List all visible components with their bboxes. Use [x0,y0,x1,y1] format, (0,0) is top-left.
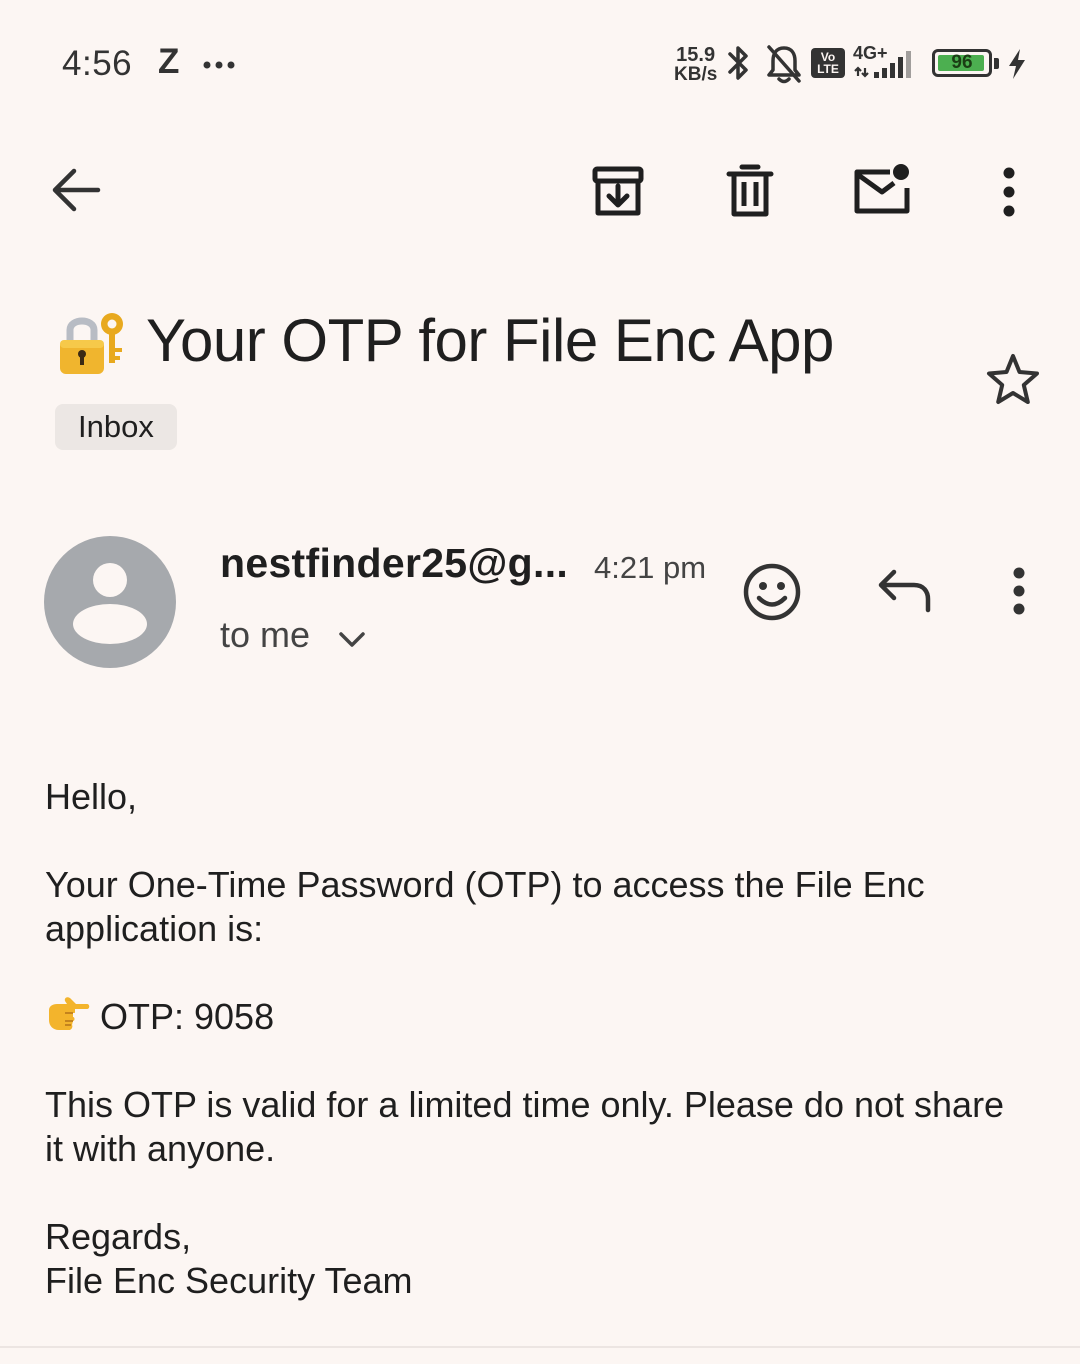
bluetooth-icon [724,42,754,91]
chevron-down-icon [338,616,366,658]
pointing-hand-icon [45,996,91,1041]
volte-icon: Vo LTE [811,48,845,78]
reply-icon[interactable] [876,566,934,621]
lock-key-icon [58,308,130,383]
status-time: 4:56 [62,44,133,83]
label-chip-inbox[interactable]: Inbox [55,404,177,450]
muted-bell-icon [764,42,804,91]
otp-code: OTP: 9058 [100,996,275,1037]
network-speed-value: 15.9 [676,44,716,66]
signal-icon [854,50,920,85]
battery-icon: 96 [932,49,992,77]
star-icon[interactable] [985,352,1041,411]
email-subject: Your OTP for File Enc App [146,307,834,374]
network-speed: 15.9 KB/s [674,44,718,85]
recipient-toggle[interactable]: to me [220,614,366,658]
back-arrow-icon[interactable] [50,166,102,219]
more-vertical-icon[interactable] [996,164,1022,223]
body-line: This OTP is valid for a limited time onl… [45,1084,1005,1125]
charging-icon [1006,48,1028,85]
battery-level: 96 [951,52,973,73]
avatar[interactable] [44,536,176,668]
z-notification-icon: Z [158,42,180,81]
body-line: it with anyone. [45,1128,276,1169]
sender-name[interactable]: nestfinder25@g... [220,540,568,587]
body-line: Your One-Time Password (OTP) to access t… [45,864,925,905]
message-more-icon[interactable] [1006,566,1032,621]
more-notifications-icon [202,58,238,76]
archive-icon[interactable] [591,166,645,223]
body-signoff: Regards, File Enc Security Team [45,1215,1045,1303]
recipient-label: to me [220,614,311,655]
body-greeting: Hello, [45,776,138,817]
divider [0,1346,1080,1348]
emoji-reaction-icon[interactable] [741,561,803,628]
body-paragraph-2: This OTP is valid for a limited time onl… [45,1083,1045,1171]
body-paragraph-1: Your One-Time Password (OTP) to access t… [45,863,1045,951]
delete-icon[interactable] [726,164,774,223]
volte-bottom-label: LTE [817,62,839,76]
network-speed-unit: KB/s [674,64,718,85]
mark-unread-icon[interactable] [852,162,914,221]
body-line: application is: [45,908,264,949]
battery-cap [994,58,999,69]
body-line: File Enc Security Team [45,1260,413,1301]
body-line: Regards, [45,1216,192,1257]
sent-time: 4:21 pm [594,550,707,585]
